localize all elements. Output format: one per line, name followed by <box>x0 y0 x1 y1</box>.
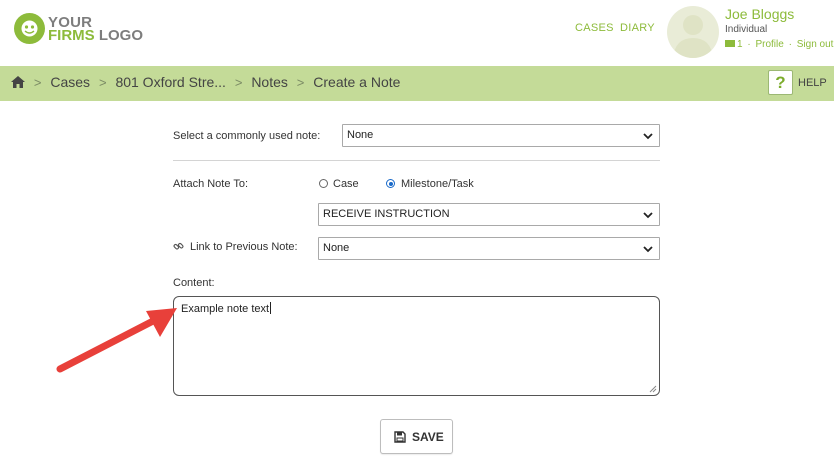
milestone-select[interactable]: RECEIVE INSTRUCTION <box>318 203 660 226</box>
milestone-value: RECEIVE INSTRUCTION <box>323 208 450 220</box>
nav-diary[interactable]: DIARY <box>620 22 655 34</box>
radio-milestone-task[interactable] <box>386 179 395 188</box>
app-header: YOUR FIRMS LOGO CASES DIARY Joe Bloggs I… <box>0 0 834 66</box>
common-note-select[interactable]: None <box>342 124 660 147</box>
radio-milestone-label[interactable]: Milestone/Task <box>401 178 474 190</box>
chevron-down-icon <box>643 133 653 140</box>
envelope-icon[interactable] <box>725 39 735 47</box>
breadcrumb-notes[interactable]: Notes <box>251 74 288 90</box>
logo-line-2-logo: LOGO <box>98 27 144 44</box>
breadcrumb-create-note: Create a Note <box>313 74 401 90</box>
attach-note-label: Attach Note To: <box>173 178 249 190</box>
resize-handle-icon[interactable] <box>648 384 657 393</box>
text-caret <box>270 302 272 314</box>
breadcrumb-separator: > <box>98 75 107 90</box>
user-links: 1 · Profile · Sign out <box>725 39 833 50</box>
content-text: Example note text <box>181 303 270 315</box>
breadcrumb-cases[interactable]: Cases <box>50 74 90 90</box>
content-textarea[interactable]: Example note text <box>173 296 660 396</box>
link-previous-value: None <box>323 242 350 254</box>
help-button[interactable]: ? <box>768 70 793 95</box>
logo-wordmark: YOUR FIRMS LOGO <box>48 15 144 44</box>
content-label: Content: <box>173 277 215 289</box>
breadcrumb: > Cases > 801 Oxford Stre... > Notes > C… <box>11 74 400 91</box>
radio-case[interactable] <box>319 179 328 188</box>
user-name[interactable]: Joe Bloggs <box>725 6 794 22</box>
logo-line-2-firms: FIRMS <box>48 27 95 44</box>
chevron-down-icon <box>643 246 653 253</box>
form-divider <box>173 160 660 161</box>
message-count[interactable]: 1 <box>737 39 743 50</box>
nav-cases[interactable]: CASES <box>575 22 614 34</box>
link-previous-label: Link to Previous Note: <box>190 241 298 253</box>
breadcrumb-bar: > Cases > 801 Oxford Stre... > Notes > C… <box>0 66 834 101</box>
save-button-label: SAVE <box>412 430 444 444</box>
link-previous-select[interactable]: None <box>318 237 660 260</box>
breadcrumb-separator: > <box>33 75 42 90</box>
avatar[interactable] <box>667 6 719 58</box>
help-label[interactable]: HELP <box>798 77 827 89</box>
firm-logo[interactable]: YOUR FIRMS LOGO <box>14 13 144 47</box>
user-role: Individual <box>725 24 768 35</box>
link-separator: · <box>788 39 792 50</box>
floppy-disk-icon <box>394 431 406 443</box>
common-note-label: Select a commonly used note: <box>173 130 321 142</box>
signout-link[interactable]: Sign out <box>797 39 834 50</box>
logo-emblem-icon <box>14 13 45 44</box>
home-icon[interactable] <box>11 75 25 91</box>
breadcrumb-separator: > <box>296 75 305 90</box>
user-silhouette-icon <box>673 15 713 58</box>
link-icon <box>173 242 184 250</box>
save-button[interactable]: SAVE <box>380 419 453 454</box>
common-note-value: None <box>347 129 374 141</box>
breadcrumb-separator: > <box>234 75 243 90</box>
profile-link[interactable]: Profile <box>755 39 783 50</box>
radio-case-label[interactable]: Case <box>333 178 359 190</box>
breadcrumb-case-address[interactable]: 801 Oxford Stre... <box>115 74 226 90</box>
link-separator: · <box>747 39 751 50</box>
chevron-down-icon <box>643 212 653 219</box>
